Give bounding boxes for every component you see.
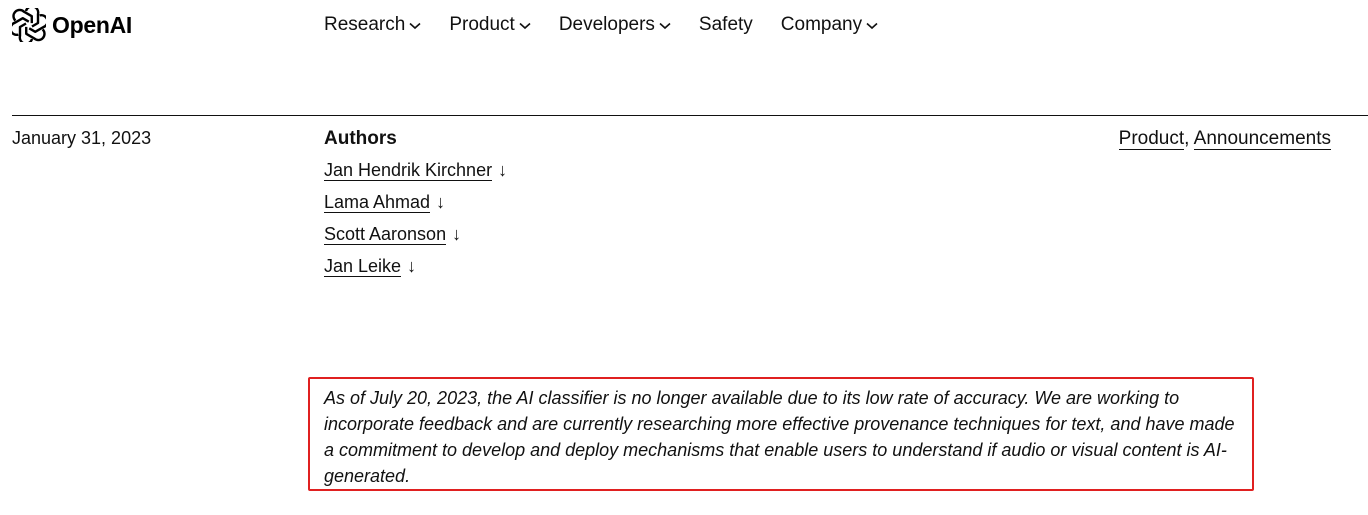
main-nav: Research Product Developers Safety Compa…: [324, 14, 906, 36]
notice-text: As of July 20, 2023, the AI classifier i…: [324, 388, 1235, 486]
logo-text: OpenAI: [52, 11, 132, 38]
author-link[interactable]: Lama Ahmad: [324, 192, 431, 213]
openai-logo-icon: [12, 8, 46, 42]
author-item: Scott Aaronson ↓: [324, 218, 507, 250]
author-link[interactable]: Jan Leike: [324, 256, 402, 277]
arrow-down-icon: ↓: [436, 192, 446, 212]
page: OpenAI Research Product Developers Safet…: [0, 0, 1368, 515]
tag-link-product[interactable]: Product: [1118, 128, 1185, 150]
nav-item-safety[interactable]: Safety: [699, 14, 753, 36]
nav-item-label: Company: [780, 14, 863, 35]
nav-item-label: Developers: [558, 14, 655, 35]
tag-separator: ,: [1184, 128, 1194, 149]
nav-item-company[interactable]: Company: [781, 14, 878, 36]
author-item: Jan Hendrik Kirchner ↓: [324, 154, 507, 186]
nav-item-label: Research: [324, 14, 406, 35]
author-item: Jan Leike ↓: [324, 250, 507, 282]
chevron-down-icon: [519, 14, 531, 36]
nav-item-research[interactable]: Research: [324, 14, 421, 36]
chevron-down-icon: [409, 14, 421, 36]
author-link[interactable]: Jan Hendrik Kirchner: [324, 160, 493, 181]
authors-section: Authors Jan Hendrik Kirchner ↓ Lama Ahma…: [324, 128, 507, 282]
author-link[interactable]: Scott Aaronson: [324, 224, 447, 245]
classifier-notice: As of July 20, 2023, the AI classifier i…: [308, 377, 1254, 491]
logo-link[interactable]: OpenAI: [12, 8, 132, 42]
arrow-down-icon: ↓: [452, 224, 462, 244]
nav-item-label: Product: [449, 14, 515, 35]
nav-item-developers[interactable]: Developers: [559, 14, 671, 36]
header-divider: [12, 115, 1368, 116]
chevron-down-icon: [659, 14, 671, 36]
tag-link-announcements[interactable]: Announcements: [1193, 128, 1331, 150]
arrow-down-icon: ↓: [407, 256, 417, 276]
author-item: Lama Ahmad ↓: [324, 186, 507, 218]
tags: Product, Announcements: [1118, 128, 1331, 150]
authors-heading: Authors: [324, 128, 397, 149]
nav-item-product[interactable]: Product: [449, 14, 531, 36]
nav-item-label: Safety: [698, 14, 753, 35]
arrow-down-icon: ↓: [498, 160, 508, 180]
chevron-down-icon: [866, 14, 878, 36]
publish-date: January 31, 2023: [12, 128, 152, 148]
